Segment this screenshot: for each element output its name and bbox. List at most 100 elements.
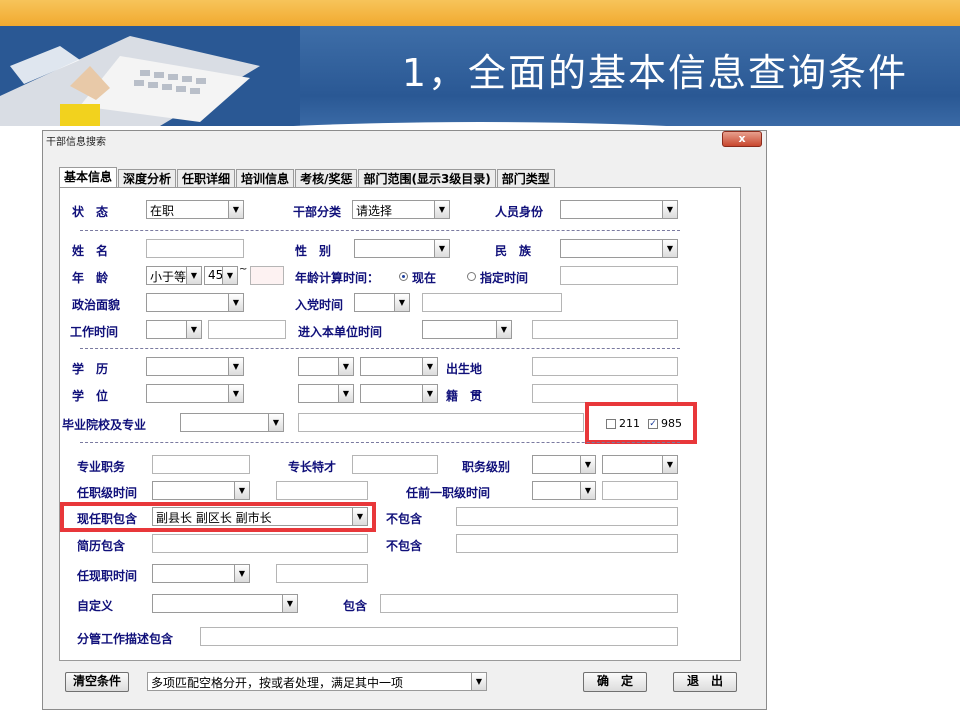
highlight-position-box: [60, 502, 376, 532]
chevron-down-icon: ▼: [580, 482, 595, 499]
age-calc-now-label: 现在: [412, 271, 437, 285]
close-button[interactable]: x: [722, 131, 762, 147]
politics-select[interactable]: ▼: [146, 293, 244, 312]
name-label: 姓 名: [72, 244, 109, 258]
age-calc-date-input[interactable]: [560, 266, 678, 285]
degree-level-select[interactable]: ▼: [360, 384, 438, 403]
age-label: 年 龄: [72, 271, 109, 285]
age-calc-now-radio[interactable]: [399, 272, 408, 281]
duty-input[interactable]: [200, 627, 678, 646]
rank-label: 职务级别: [462, 460, 511, 474]
slide-top-bar: [0, 0, 960, 26]
clear-conditions-button[interactable]: 清空条件: [65, 672, 129, 692]
resume-label: 简历包含: [77, 539, 126, 553]
school-select[interactable]: ▼: [180, 413, 284, 432]
party-date-label: 入党时间: [295, 298, 344, 312]
work-date-select[interactable]: ▼: [146, 320, 202, 339]
birthplace-input[interactable]: [532, 357, 678, 376]
degree-type-select[interactable]: ▼: [298, 384, 354, 403]
politics-label: 政治面貌: [72, 298, 121, 312]
exclude-input[interactable]: [456, 507, 678, 526]
chevron-down-icon: ▼: [471, 673, 486, 690]
section-divider: [80, 442, 680, 443]
basic-info-panel: 状 态 在职 ▼ 干部分类 请选择 ▼ 人员身份 ▼ 姓 名 性 别 ▼ 民 族 ▼…: [59, 187, 741, 661]
tab-position-detail[interactable]: 任职详细: [177, 169, 236, 187]
chevron-down-icon: ▼: [228, 385, 243, 402]
unit-date-select[interactable]: ▼: [422, 320, 512, 339]
gender-label: 性 别: [295, 244, 332, 258]
rank-select[interactable]: ▼: [532, 455, 596, 474]
prev-rank-date-select[interactable]: ▼: [532, 481, 596, 500]
school-major-input[interactable]: [298, 413, 584, 432]
contains-label: 包含: [343, 599, 368, 613]
category-select[interactable]: 请选择 ▼: [352, 200, 450, 219]
keyboard-photo-icon: [0, 26, 300, 126]
age-calc-specified-label: 指定时间: [480, 271, 529, 285]
chevron-down-icon: ▼: [580, 456, 595, 473]
tech-title-input[interactable]: [152, 455, 250, 474]
ok-button[interactable]: 确 定: [583, 672, 647, 692]
chevron-down-icon: ▼: [338, 385, 353, 402]
chevron-down-icon: ▼: [422, 358, 437, 375]
custom-select[interactable]: ▼: [152, 594, 298, 613]
current-position-date-input[interactable]: [276, 564, 368, 583]
tab-department-scope[interactable]: 部门范围(显示3级目录): [358, 169, 496, 187]
tab-deep-analysis[interactable]: 深度分析: [118, 169, 177, 187]
exclude2-input[interactable]: [456, 534, 678, 553]
current-position-date-select[interactable]: ▼: [152, 564, 250, 583]
prev-rank-date-label: 任前一职级时间: [406, 486, 491, 500]
party-date-select[interactable]: ▼: [354, 293, 410, 312]
specialty-label: 专长特才: [288, 460, 337, 474]
age-range-tilde: ~: [239, 264, 248, 275]
education-select[interactable]: ▼: [146, 357, 244, 376]
tab-department-type[interactable]: 部门类型: [496, 169, 555, 187]
identity-select[interactable]: ▼: [560, 200, 678, 219]
chevron-down-icon: ▼: [186, 321, 201, 338]
native-label: 籍 贯: [446, 389, 483, 403]
tab-basic-info[interactable]: 基本信息: [59, 167, 118, 188]
exit-button[interactable]: 退 出: [673, 672, 737, 692]
custom-label: 自定义: [77, 599, 114, 613]
native-place-input[interactable]: [532, 384, 678, 403]
age-to-input[interactable]: [250, 266, 284, 285]
chevron-down-icon: ▼: [662, 240, 677, 257]
chevron-down-icon: ▼: [228, 201, 243, 218]
resume-input[interactable]: [152, 534, 368, 553]
name-input[interactable]: [146, 239, 244, 258]
specialty-input[interactable]: [352, 455, 438, 474]
contains-input[interactable]: [380, 594, 678, 613]
gender-select[interactable]: ▼: [354, 239, 450, 258]
prev-rank-date-input[interactable]: [602, 481, 678, 500]
chevron-down-icon: ▼: [228, 358, 243, 375]
rank-date-input[interactable]: [276, 481, 368, 500]
party-date-input[interactable]: [422, 293, 562, 312]
unit-date-input[interactable]: [532, 320, 678, 339]
section-divider: [80, 230, 680, 231]
chevron-down-icon: ▼: [422, 385, 437, 402]
chevron-down-icon: ▼: [228, 294, 243, 311]
education-label: 学 历: [72, 362, 109, 376]
ethnic-select[interactable]: ▼: [560, 239, 678, 258]
window-title: 干部信息搜索: [46, 137, 106, 148]
rank-level-select[interactable]: ▼: [602, 455, 678, 474]
category-label: 干部分类: [293, 205, 342, 219]
age-operator-select[interactable]: 小于等 ▼: [146, 266, 202, 285]
work-date-input[interactable]: [208, 320, 286, 339]
degree-label: 学 位: [72, 389, 109, 403]
education-level-select[interactable]: ▼: [360, 357, 438, 376]
age-value-select[interactable]: 45 ▼: [204, 266, 238, 285]
age-calc-specified-radio[interactable]: [467, 272, 476, 281]
tab-assessment[interactable]: 考核/奖惩: [295, 169, 358, 187]
tab-training[interactable]: 培训信息: [236, 169, 295, 187]
chevron-down-icon: ▼: [222, 267, 237, 284]
rank-date-select[interactable]: ▼: [152, 481, 250, 500]
work-date-label: 工作时间: [70, 325, 119, 339]
education-type-select[interactable]: ▼: [298, 357, 354, 376]
highlight-985-box: [585, 402, 697, 444]
tech-title-label: 专业职务: [77, 460, 126, 474]
status-select[interactable]: 在职 ▼: [146, 200, 244, 219]
chevron-down-icon: ▼: [434, 201, 449, 218]
degree-select[interactable]: ▼: [146, 384, 244, 403]
chevron-down-icon: ▼: [496, 321, 511, 338]
match-mode-select[interactable]: 多项匹配空格分开，按或者处理，满足其中一项 ▼: [147, 672, 487, 691]
